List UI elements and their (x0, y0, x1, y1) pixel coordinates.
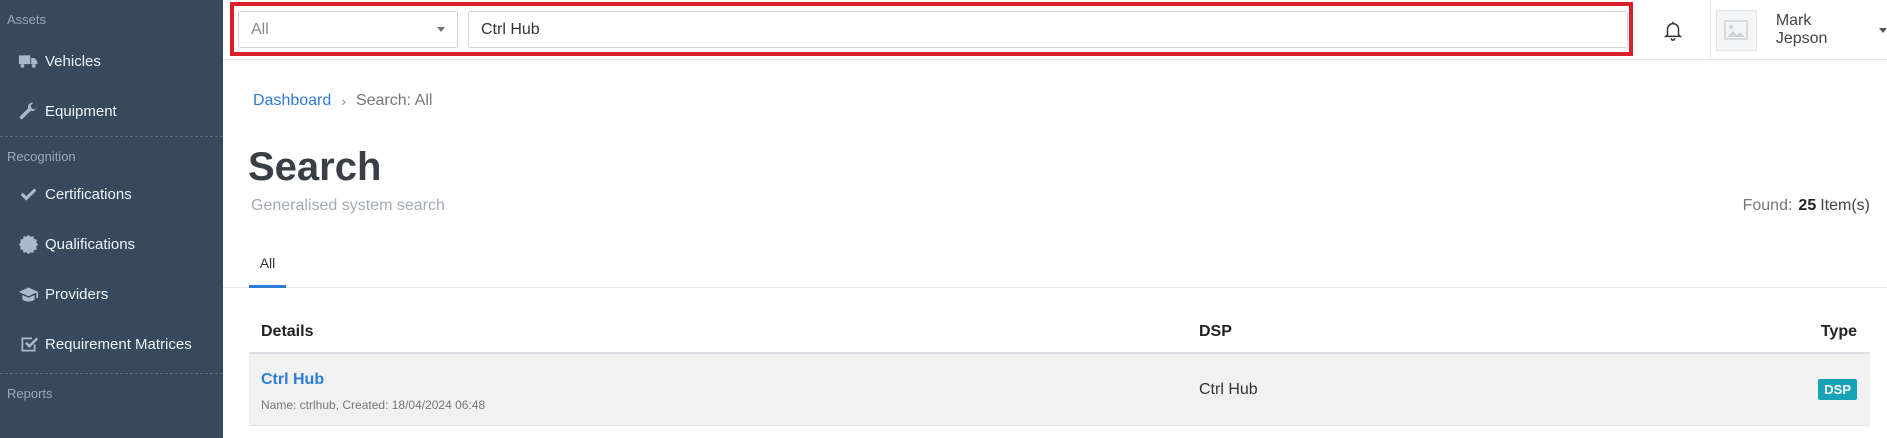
row-title-link[interactable]: Ctrl Hub (261, 371, 1199, 389)
sidebar-divider (0, 136, 223, 137)
row-type-cell: DSP (1799, 379, 1870, 400)
search-highlight-frame: All (230, 2, 1633, 56)
sidebar-item-certifications[interactable]: Certifications (0, 169, 223, 219)
truck-icon (16, 49, 40, 73)
sidebar-item-vehicles[interactable]: Vehicles (0, 36, 223, 86)
sidebar-item-label: Equipment (45, 102, 117, 120)
results-count: Found: 25 Item(s) (1743, 197, 1870, 215)
results-count-label: Found: (1742, 197, 1793, 214)
sidebar-item-requirement-matrices[interactable]: Requirement Matrices (0, 319, 223, 369)
column-header-details: Details (261, 323, 314, 340)
certificate-icon (16, 232, 40, 256)
search-scope-value: All (251, 20, 269, 38)
row-details-cell: Ctrl Hub Name: ctrlhub, Created: 18/04/2… (249, 367, 1199, 412)
sidebar-item-label: Providers (45, 285, 109, 303)
sidebar-item-qualifications[interactable]: Qualifications (0, 219, 223, 269)
user-menu[interactable]: Mark Jepson (1716, 0, 1887, 60)
type-badge: DSP (1818, 379, 1857, 400)
bell-icon (1663, 21, 1682, 41)
sidebar-item-providers[interactable]: Providers (0, 269, 223, 319)
topbar: All Mark Jepson (223, 0, 1887, 60)
checkbox-icon (16, 332, 40, 356)
search-scope-select[interactable]: All (238, 11, 458, 48)
search-input[interactable] (468, 11, 1628, 48)
graduation-cap-icon (16, 282, 40, 306)
table-header: Details DSP Type (249, 312, 1870, 354)
column-header-dsp: DSP (1199, 323, 1232, 340)
notifications-button[interactable] (1635, 0, 1711, 60)
sidebar-divider (0, 373, 223, 374)
sidebar-section-reports: Reports (7, 386, 53, 401)
image-placeholder-icon (1724, 20, 1749, 40)
chevron-right-icon: › (341, 93, 346, 109)
avatar (1716, 9, 1757, 51)
sidebar-item-label: Qualifications (45, 235, 136, 253)
results-table: Details DSP Type Ctrl Hub Name: ctrlhub,… (249, 312, 1870, 426)
user-name: Mark Jepson (1775, 12, 1828, 47)
row-meta: Name: ctrlhub, Created: 18/04/2024 06:48 (261, 398, 486, 412)
breadcrumb: Dashboard › Search: All (253, 92, 432, 110)
check-icon (16, 182, 40, 206)
sidebar-item-label: Requirement Matrices (45, 335, 192, 353)
sidebar-section-recognition: Recognition (7, 149, 76, 164)
sidebar-item-label: Certifications (45, 185, 132, 203)
tab-bar: All (223, 248, 1887, 288)
chevron-down-icon (437, 27, 445, 32)
chevron-down-icon (1879, 27, 1887, 33)
wrench-icon (16, 99, 40, 123)
sidebar-item-label: Vehicles (45, 52, 101, 70)
page-title: Search (248, 145, 382, 189)
sidebar-item-equipment[interactable]: Equipment (0, 86, 223, 136)
column-header-type: Type (1820, 323, 1857, 340)
page-subtitle: Generalised system search (251, 197, 445, 214)
breadcrumb-link-dashboard[interactable]: Dashboard (253, 92, 331, 110)
row-dsp-cell: Ctrl Hub (1199, 380, 1258, 398)
sidebar: Assets Vehicles Equipment Recognition Ce… (0, 0, 223, 438)
breadcrumb-current: Search: All (355, 92, 433, 109)
results-count-unit: Item(s) (1820, 197, 1870, 214)
results-count-value: 25 (1798, 197, 1817, 214)
table-row: Ctrl Hub Name: ctrlhub, Created: 18/04/2… (249, 354, 1870, 426)
tab-all[interactable]: All (249, 248, 286, 288)
sidebar-section-assets: Assets (7, 12, 47, 27)
